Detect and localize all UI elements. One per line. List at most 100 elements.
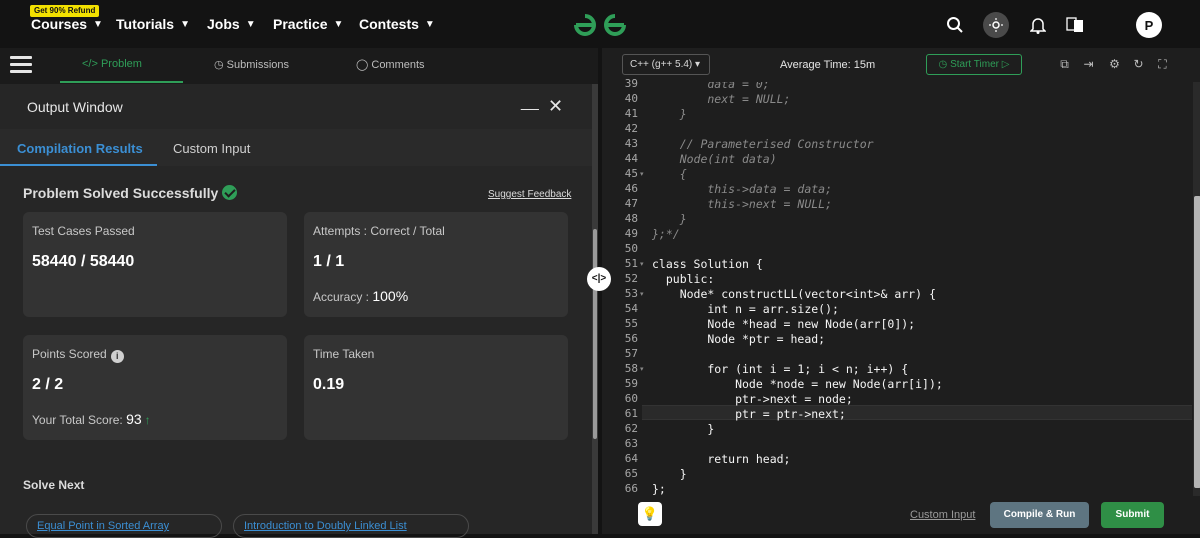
code-line[interactable]: public: [652,272,714,286]
code-line[interactable]: for (int i = 1; i < n; i++) { [652,362,908,376]
code-line[interactable]: data = 0; [652,82,769,91]
custom-input-link[interactable]: Custom Input [910,509,975,521]
play-icon: ▷ [998,59,1010,70]
export-icon[interactable]: ⇥ [1082,58,1095,71]
next-problem-chip[interactable]: Introduction to Doubly Linked List [233,514,469,538]
code-line[interactable]: int n = arr.size(); [652,302,839,316]
code-line[interactable]: // Parameterised Constructor [652,137,874,151]
code-line[interactable]: this->data = data; [652,182,832,196]
code-line[interactable]: } [652,422,714,436]
reset-icon[interactable]: ↻ [1132,58,1145,71]
line-number: 44 [624,152,638,165]
code-line[interactable]: Node* constructLL(vector<int>& arr) { [652,287,936,301]
start-timer-label: Start Timer [950,59,999,70]
line-number-gutter: 39 40 41 42 43 44 45 ▾ 46 47 48 49 50 51 ▾ 52 53 ▾ 54 55 56 5… [602,77,644,496]
theme-toggle-icon[interactable] [983,12,1009,38]
code-line[interactable]: this->next = NULL; [652,197,832,211]
language-label: C++ (g++ 5.4) [630,59,693,70]
editor-pane: C++ (g++ 5.4) ▾ Average Time: 15m ◷ Star… [598,48,1200,534]
search-icon[interactable] [942,12,968,38]
code-line[interactable]: Node(int data) [652,152,777,166]
nav-tutorials[interactable]: Tutorials ▼ [116,16,190,32]
pane-resize-handle[interactable]: <|> [587,267,611,291]
chevron-down-icon: ▼ [180,19,190,30]
nav-practice[interactable]: Practice ▼ [273,16,343,32]
start-timer-button[interactable]: ◷ Start Timer ▷ [926,54,1022,75]
arrow-up-icon: ↑ [144,413,151,427]
hamburger-menu-icon[interactable] [10,56,32,74]
editor-scrollbar[interactable] [1193,82,1200,496]
avatar[interactable]: P [1136,12,1162,38]
tab-compilation-results[interactable]: Compilation Results [17,141,143,156]
close-icon[interactable]: ✕ [548,96,563,117]
lightbulb-icon[interactable]: 💡 [638,502,662,526]
nav-contests[interactable]: Contests ▼ [359,16,435,32]
minimize-icon[interactable]: __ [521,94,539,112]
code-line[interactable]: };*/ [652,227,680,241]
time-value: 0.19 [313,376,345,393]
scrollbar-thumb[interactable] [593,229,597,439]
line-number: 54 [624,302,638,315]
suggest-feedback-link[interactable]: Suggest Feedback [488,189,571,200]
code-line[interactable]: } [652,212,687,226]
fullscreen-icon[interactable]: ⛶ [1156,58,1169,71]
line-number: 39 [624,77,638,90]
info-icon[interactable]: i [110,350,124,363]
nav-jobs[interactable]: Jobs ▼ [207,16,256,32]
chevron-down-icon: ▼ [93,19,103,30]
tab-comments[interactable]: ◯ Comments [356,58,425,71]
code-line[interactable]: ptr = ptr->next; [652,407,846,421]
points-title: Points Scored i [32,347,124,363]
code-line[interactable]: Node *ptr = head; [652,332,825,346]
tab-submissions[interactable]: ◷ Submissions [214,58,289,71]
test-cases-card: Test Cases Passed 58440 / 58440 [23,212,287,317]
code-line[interactable]: } [652,467,687,481]
line-number: 48 [624,212,638,225]
output-window-title: Output Window [27,99,123,115]
code-line[interactable]: { [652,167,687,181]
line-number: 63 [624,437,638,450]
line-number: 58 [624,362,638,375]
nav-courses[interactable]: Courses ▼ [31,16,103,32]
code-line[interactable]: Node *head = new Node(arr[0]); [652,317,915,331]
code-editor[interactable]: data = 0; next = NULL; } // Parameterise… [642,82,1190,496]
time-title: Time Taken [313,347,375,361]
copy-icon[interactable]: ⧉ [1058,58,1071,71]
tab-submissions-label: Submissions [226,59,290,71]
translate-icon[interactable] [1062,12,1088,38]
tab-custom-input[interactable]: Custom Input [173,141,250,156]
total-score-label: Your Total Score: [32,413,123,427]
line-number: 47 [624,197,638,210]
left-pane: </> Problem ◷ Submissions ◯ Comments Out… [0,48,598,538]
code-line[interactable]: Node *node = new Node(arr[i]); [652,377,943,391]
line-number: 40 [624,92,638,105]
submit-button[interactable]: Submit [1101,502,1164,528]
accuracy-label: Accuracy : [313,290,370,304]
code-line[interactable]: ptr->next = node; [652,392,853,406]
next-problem-chip[interactable]: Equal Point in Sorted Array [26,514,222,538]
line-number: 50 [624,242,638,255]
points-card: Points Scored i 2 / 2 Your Total Score: 9… [23,335,287,440]
code-line[interactable]: class Solution { [652,257,763,271]
accuracy: Accuracy : 100% [313,288,408,304]
line-number: 61 [624,407,638,420]
points-title-text: Points Scored [32,347,107,361]
caret-icon: ▾ [692,59,701,70]
gear-icon[interactable]: ⚙ [1108,58,1121,71]
gfg-logo[interactable] [572,12,628,38]
total-score-value: 93 [126,411,142,427]
language-select[interactable]: C++ (g++ 5.4) ▾ [622,54,710,75]
scrollbar-thumb[interactable] [1194,196,1200,488]
bell-icon[interactable] [1025,12,1051,38]
code-line[interactable]: return head; [652,452,790,466]
top-navbar: Get 90% Refund Courses ▼ Tutorials ▼ Jobs ▼… [0,0,1200,48]
line-number: 55 [624,317,638,330]
tab-problem[interactable]: </> Problem [82,58,142,70]
compile-run-button[interactable]: Compile & Run [990,502,1089,528]
solve-next-heading: Solve Next [23,478,85,492]
code-line[interactable]: next = NULL; [652,92,790,106]
check-circle-icon [222,185,238,200]
code-line[interactable]: } [652,107,687,121]
chevron-down-icon: ▼ [245,19,256,30]
code-line[interactable]: }; [652,482,666,496]
